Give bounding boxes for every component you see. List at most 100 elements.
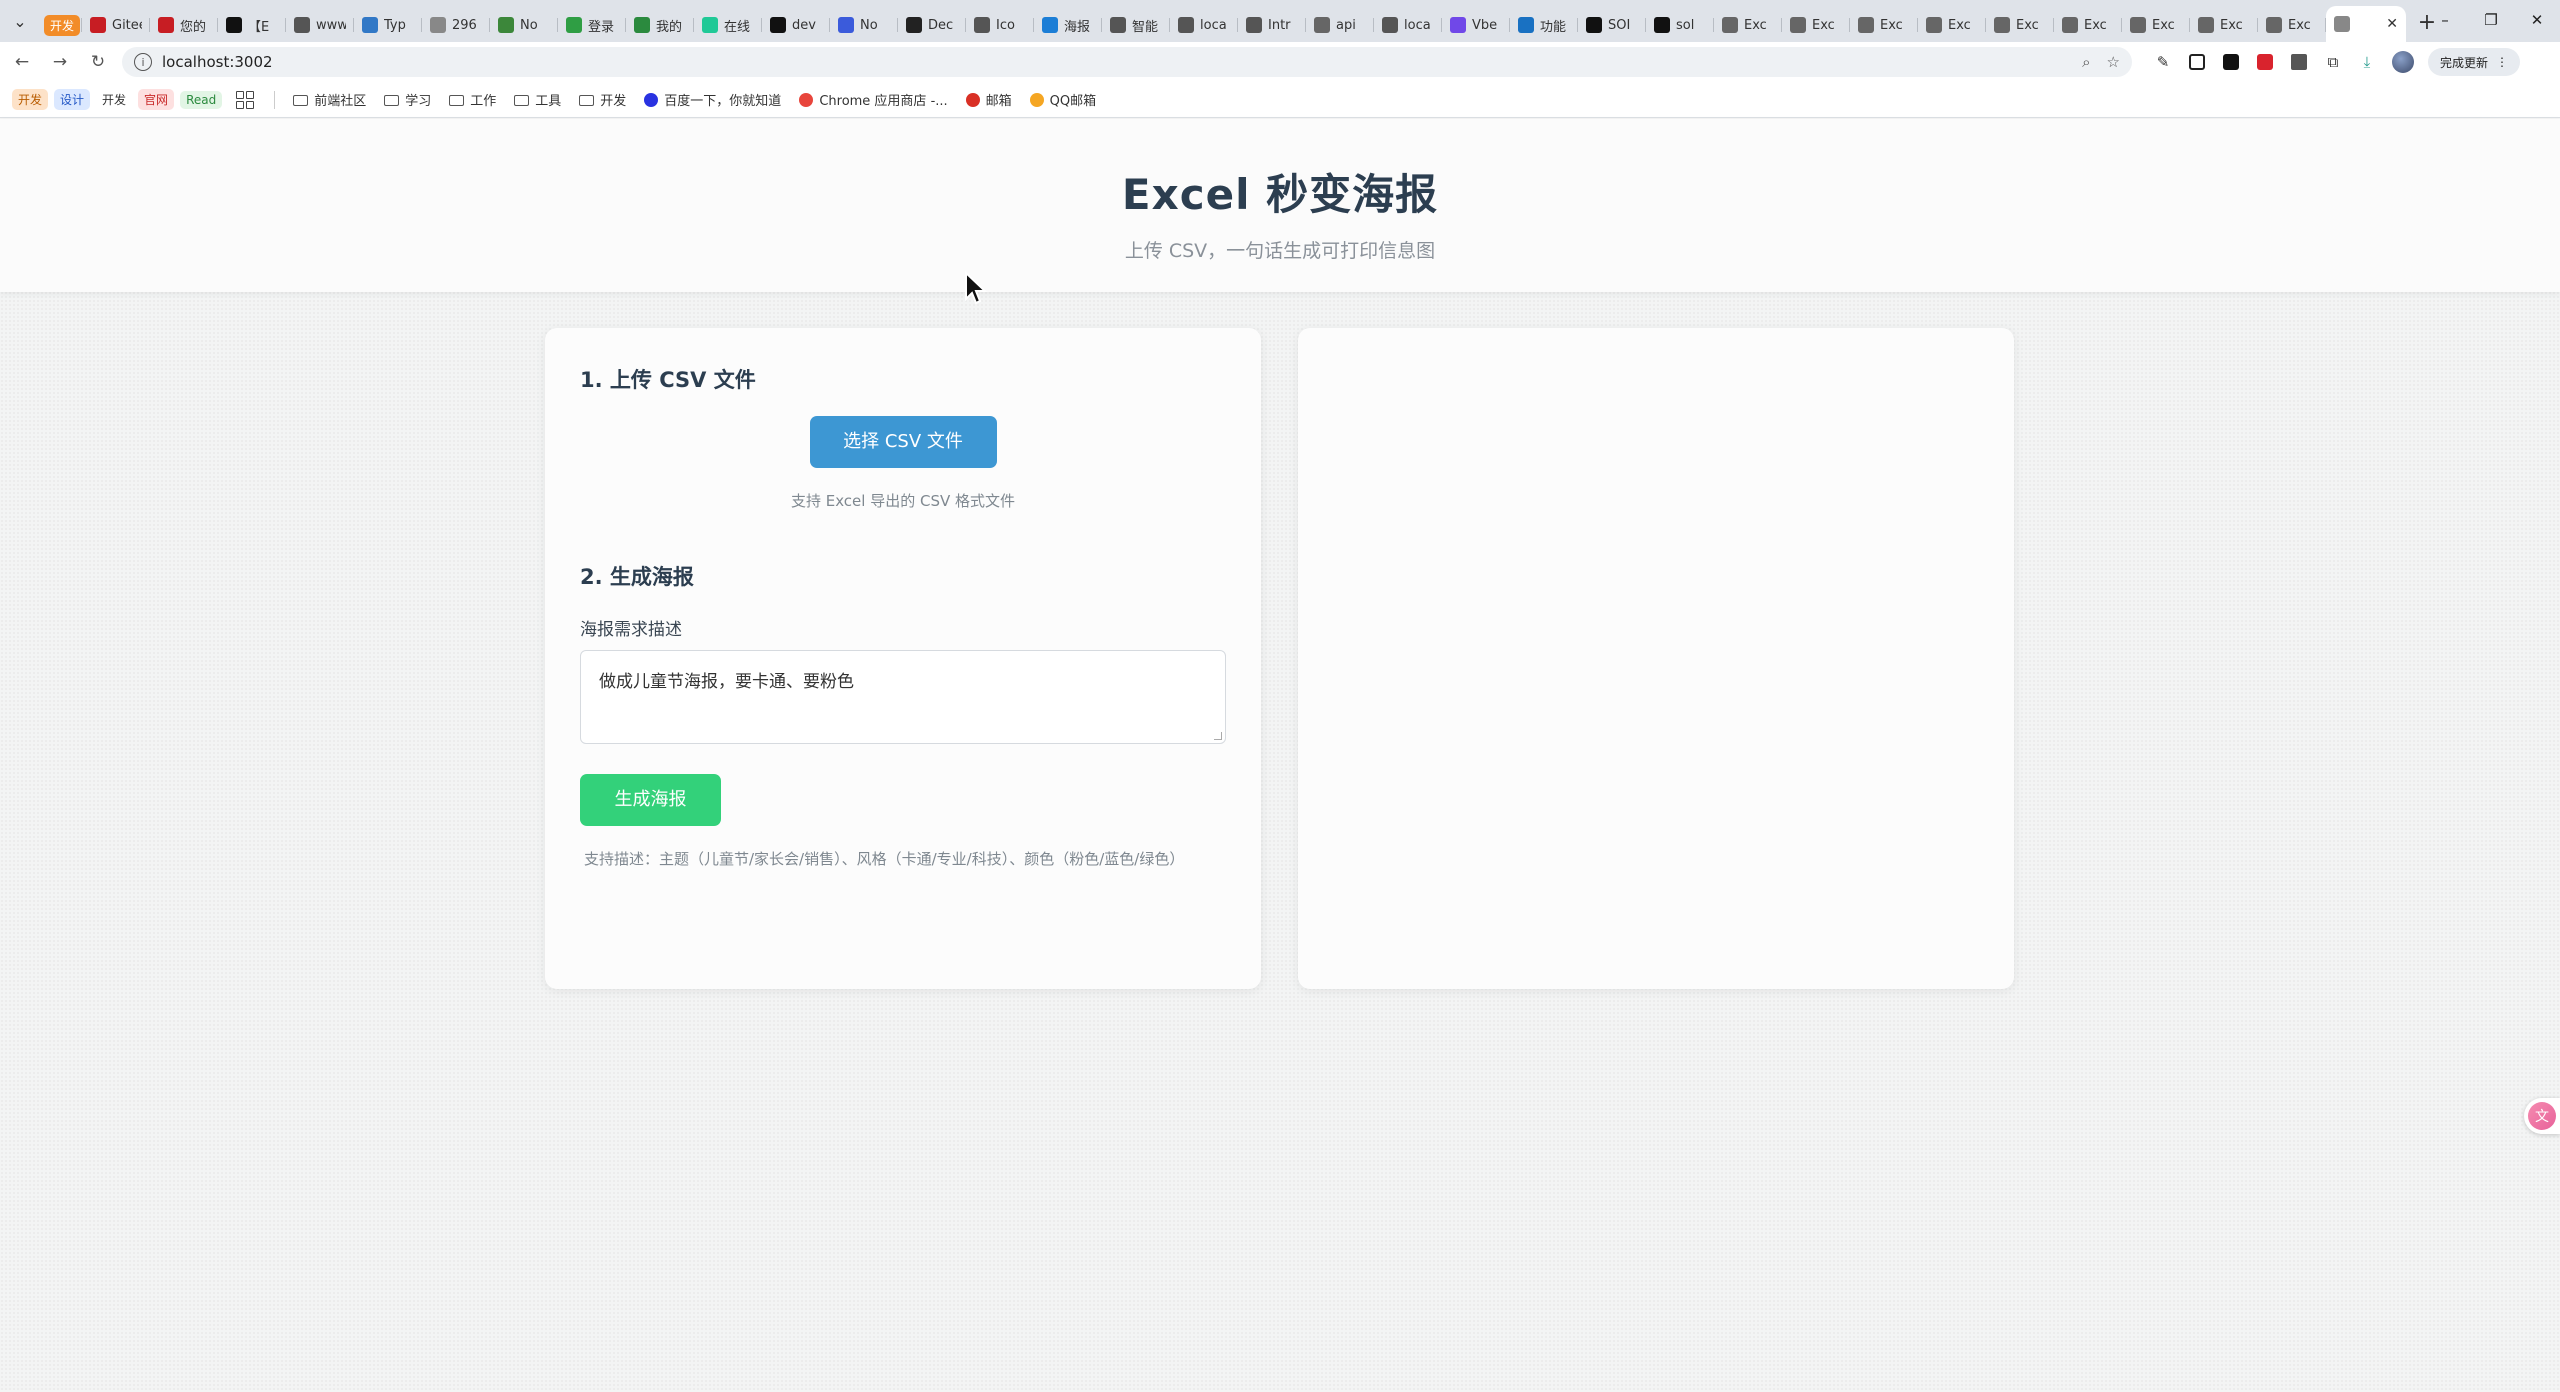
globe-icon bbox=[2266, 17, 2282, 33]
back-icon[interactable]: ← bbox=[6, 46, 38, 78]
notion-icon bbox=[226, 17, 242, 33]
browser-tab[interactable]: 在线 bbox=[694, 8, 762, 42]
site-info-icon[interactable]: i bbox=[134, 53, 152, 71]
zoom-icon[interactable]: ⌕ bbox=[2082, 53, 2090, 71]
browser-tab[interactable]: dev bbox=[762, 8, 830, 42]
browser-tab[interactable]: Dec bbox=[898, 8, 966, 42]
chat-icon bbox=[702, 17, 718, 33]
bookmark-link[interactable]: 邮箱 bbox=[960, 90, 1018, 109]
bookmark-divider bbox=[274, 90, 276, 109]
folder-icon bbox=[514, 95, 530, 106]
terminal-icon bbox=[1654, 17, 1670, 33]
minimize-icon[interactable]: – bbox=[2422, 0, 2468, 40]
bookmark-link[interactable]: 百度一下，你就知道 bbox=[638, 90, 787, 109]
folder-icon bbox=[293, 95, 309, 106]
browser-tab[interactable]: Exc bbox=[1918, 8, 1986, 42]
address-bar[interactable]: i localhost:3002 ⌕ ☆ bbox=[122, 47, 2132, 77]
browser-tab[interactable]: loca bbox=[1170, 8, 1238, 42]
browser-tab[interactable]: Exc bbox=[2190, 8, 2258, 42]
browser-tab[interactable]: Exc bbox=[2258, 8, 2326, 42]
globe-icon bbox=[2334, 16, 2350, 32]
description-textarea[interactable]: 做成儿童节海报，要卡通、要粉色 bbox=[580, 650, 1226, 744]
bookmark-chip[interactable]: 开发 bbox=[12, 89, 49, 110]
browser-tab[interactable]: Exc bbox=[1714, 8, 1782, 42]
upload-hint: 支持 Excel 导出的 CSV 格式文件 bbox=[790, 492, 1016, 510]
bookmark-chip[interactable]: 官网 bbox=[138, 89, 175, 110]
browser-tab-title: 功能 bbox=[1540, 19, 1567, 35]
generate-poster-button[interactable]: 生成海报 bbox=[580, 774, 721, 826]
bookmark-chip[interactable]: Read bbox=[180, 90, 223, 109]
page-content: Excel 秒变海报 上传 CSV，一句话生成可打印信息图 1. 上传 CSV … bbox=[0, 119, 2560, 1392]
browser-tab[interactable]: Exc bbox=[1986, 8, 2054, 42]
browser-tab[interactable]: Ico bbox=[966, 8, 1034, 42]
bookmark-label: 邮箱 bbox=[985, 94, 1012, 109]
red-extension-icon[interactable] bbox=[2248, 46, 2282, 78]
finish-update-button[interactable]: 完成更新 ⋮ bbox=[2428, 48, 2521, 76]
bookmark-folder[interactable]: 前端社区 bbox=[287, 90, 372, 109]
forward-icon[interactable]: → bbox=[44, 46, 76, 78]
extensions-puzzle-icon[interactable]: ⧉ bbox=[2316, 46, 2350, 78]
browser-tab[interactable]: Exc bbox=[2054, 8, 2122, 42]
browser-tab[interactable]: 我的 bbox=[626, 8, 694, 42]
browser-tab[interactable]: loca bbox=[1374, 8, 1442, 42]
pen-extension-icon[interactable]: ✎ bbox=[2146, 46, 2180, 78]
apps-grid-icon[interactable] bbox=[236, 90, 255, 109]
browser-tab[interactable]: Exc bbox=[2122, 8, 2190, 42]
tab-group-dev[interactable]: 开发 bbox=[38, 8, 82, 42]
browser-tab[interactable]: Typ bbox=[354, 8, 422, 42]
generate-hint: 支持描述：主题（儿童节/家长会/销售）、风格（卡通/专业/科技）、颜色（粉色/蓝… bbox=[584, 850, 1185, 868]
resize-handle-icon[interactable] bbox=[1214, 732, 1222, 740]
browser-tab-title: Exc bbox=[2288, 17, 2311, 33]
bookmark-chip[interactable]: 开发 bbox=[96, 89, 133, 110]
shield-icon bbox=[838, 17, 854, 33]
translate-float-button[interactable]: 文 bbox=[2524, 1098, 2560, 1134]
browser-tab[interactable]: 登录 bbox=[558, 8, 626, 42]
browser-tab[interactable]: Exc bbox=[1850, 8, 1918, 42]
reload-icon[interactable]: ↻ bbox=[82, 46, 114, 78]
select-csv-button[interactable]: 选择 CSV 文件 bbox=[809, 416, 997, 468]
browser-tab[interactable]: SOI bbox=[1578, 8, 1646, 42]
browser-tab[interactable]: api bbox=[1306, 8, 1374, 42]
bookmark-folder[interactable]: 开发 bbox=[573, 90, 632, 109]
bookmark-star-icon[interactable]: ☆ bbox=[2107, 53, 2120, 71]
bookmark-chip[interactable]: 设计 bbox=[54, 89, 91, 110]
browser-tab[interactable]: No bbox=[490, 8, 558, 42]
chrome-store-icon bbox=[799, 92, 814, 107]
browser-tab[interactable]: 296 bbox=[422, 8, 490, 42]
browser-tab[interactable]: Exc bbox=[1782, 8, 1850, 42]
globe-icon bbox=[2198, 17, 2214, 33]
close-window-icon[interactable]: ✕ bbox=[2514, 0, 2560, 40]
browser-tab[interactable]: www bbox=[286, 8, 354, 42]
bookmark-folder[interactable]: 工作 bbox=[443, 90, 502, 109]
browser-tab[interactable]: No bbox=[830, 8, 898, 42]
browser-tab[interactable]: Gitee bbox=[82, 8, 150, 42]
browser-tab[interactable]: 智能 bbox=[1102, 8, 1170, 42]
active-browser-tab[interactable]: ✕ bbox=[2326, 6, 2406, 42]
screenshot-extension-icon[interactable] bbox=[2180, 46, 2214, 78]
browser-tab[interactable]: 海报 bbox=[1034, 8, 1102, 42]
bookmark-link[interactable]: Chrome 应用商店 -... bbox=[793, 90, 953, 109]
profile-avatar[interactable] bbox=[2392, 51, 2414, 73]
bookmark-link[interactable]: QQ邮箱 bbox=[1024, 90, 1102, 109]
page-title: Excel 秒变海报 bbox=[1121, 170, 1439, 219]
notion-extension-icon[interactable] bbox=[2214, 46, 2248, 78]
browser-tab[interactable]: 【E bbox=[218, 8, 286, 42]
download-icon[interactable]: ⤓ bbox=[2350, 46, 2384, 78]
browser-tab[interactable]: Intr bbox=[1238, 8, 1306, 42]
poster-preview-panel bbox=[1298, 328, 2014, 989]
browser-tab-strip: ⌄ 开发 Gitee 您的 【E www Typ 296 No 登录 我的 在线 dev No Dec I… bbox=[0, 0, 2560, 42]
off-extension-icon[interactable] bbox=[2282, 46, 2316, 78]
browser-tab[interactable]: sol bbox=[1646, 8, 1714, 42]
close-tab-icon[interactable]: ✕ bbox=[2386, 16, 2398, 32]
bookmark-folder[interactable]: 学习 bbox=[378, 90, 437, 109]
description-text: 做成儿童节海报，要卡通、要粉色 bbox=[599, 672, 854, 692]
browser-tab[interactable]: 您的 bbox=[150, 8, 218, 42]
bookmark-folder[interactable]: 工具 bbox=[508, 90, 567, 109]
browser-tab[interactable]: Vbe bbox=[1442, 8, 1510, 42]
browser-tab[interactable]: 功能 bbox=[1510, 8, 1578, 42]
tab-search-icon[interactable]: ⌄ bbox=[6, 7, 34, 35]
browser-tab-title: Ico bbox=[996, 17, 1015, 33]
restore-icon[interactable]: ❐ bbox=[2468, 0, 2514, 40]
bookmark-label: 工具 bbox=[535, 94, 562, 109]
browser-tab-title: Exc bbox=[1744, 17, 1767, 33]
